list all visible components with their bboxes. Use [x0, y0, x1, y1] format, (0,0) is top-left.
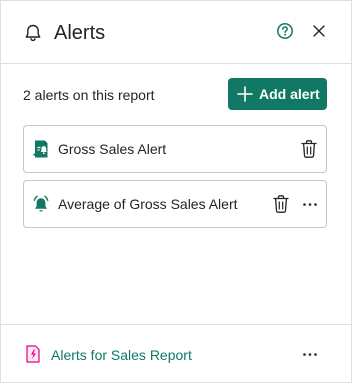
question-circle-icon[interactable]: [275, 21, 295, 41]
more-icon[interactable]: [300, 344, 320, 364]
alert-name: Gross Sales Alert: [58, 141, 167, 157]
alert-name: Average of Gross Sales Alert: [58, 196, 238, 212]
trash-icon[interactable]: [272, 194, 290, 214]
report-bell-icon: [32, 140, 48, 158]
report-icon: [26, 345, 40, 363]
alert-count-text: 2 alerts on this report: [23, 87, 155, 103]
trash-icon[interactable]: [300, 139, 318, 159]
alarm-bell-icon: [33, 195, 49, 212]
alert-card-average-gross-sales[interactable]: Average of Gross Sales Alert: [23, 180, 327, 228]
pane-footer: Alerts for Sales Report: [1, 324, 351, 383]
alert-card-gross-sales[interactable]: Gross Sales Alert: [23, 125, 327, 173]
plus-icon: [237, 86, 253, 102]
alerts-for-report-link[interactable]: Alerts for Sales Report: [51, 346, 192, 364]
bell-icon: [25, 24, 41, 42]
close-icon[interactable]: [310, 22, 328, 40]
add-alert-label: Add alert: [259, 86, 320, 102]
pane-title: Alerts: [54, 22, 106, 44]
add-alert-button[interactable]: Add alert: [228, 78, 327, 110]
more-icon[interactable]: [300, 194, 320, 214]
alerts-pane: Alerts 2 alerts on this report Add alert…: [0, 0, 352, 383]
pane-header: Alerts: [1, 1, 351, 64]
